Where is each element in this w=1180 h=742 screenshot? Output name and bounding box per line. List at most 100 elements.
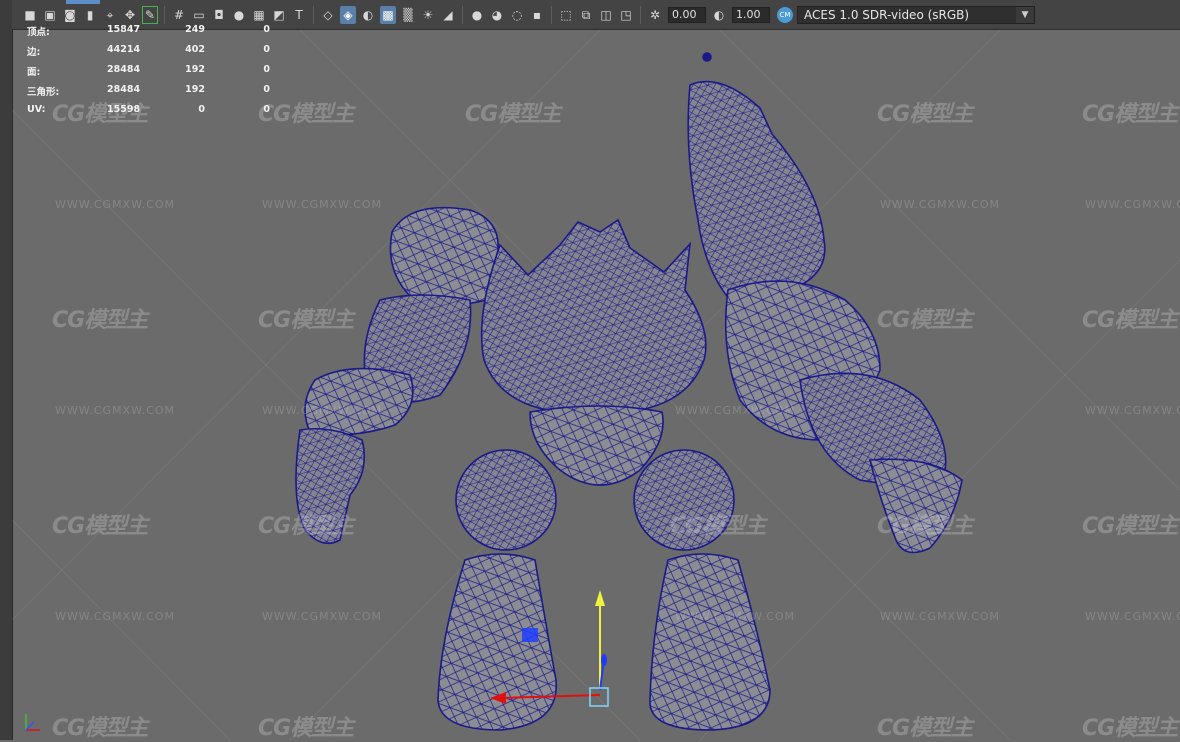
hud-row-vertices: 顶点: 15847 249 0 (27, 24, 287, 44)
hud-row-faces: 面: 28484 192 0 (27, 64, 287, 84)
watermark-logo: CG模型主 (1082, 514, 1178, 539)
toolbar-divider (551, 5, 552, 24)
hud-row-edges: 边: 44214 402 0 (27, 44, 287, 64)
ambient-occlusion-icon[interactable]: ● (469, 6, 485, 24)
backface-icon[interactable]: ◳ (618, 6, 634, 24)
exposure-field[interactable] (668, 6, 706, 23)
hud-row-triangles: 三角形: 28484 192 0 (27, 84, 287, 104)
poly-count-hud: 顶点: 15847 249 0 边: 44214 402 0 面: 28484 … (27, 24, 287, 124)
hud-label: 边: (27, 47, 41, 58)
hud-value: 0 (263, 44, 270, 55)
toolbar-divider (462, 5, 463, 24)
hud-row-uvs: UV: 15598 0 0 (27, 104, 287, 124)
resolution-gate-icon[interactable]: ◘ (211, 6, 227, 24)
safe-title-icon[interactable]: T (291, 6, 307, 24)
watermark-url: WWW.CGMXW.COM (262, 198, 383, 211)
motion-blur-icon[interactable]: ◕ (489, 6, 505, 24)
camera-bookmark-icon[interactable]: ◙ (62, 6, 78, 24)
manipulator-z-arrow[interactable] (601, 654, 607, 666)
safe-action-icon[interactable]: ◩ (271, 6, 287, 24)
bookmark-icon[interactable]: ▮ (82, 6, 98, 24)
hud-label: 顶点: (27, 27, 50, 38)
hud-value: 28484 (107, 64, 141, 75)
shadows-icon[interactable]: ◢ (440, 6, 456, 24)
watermark-url: WWW.CGMXW.COM (880, 198, 1001, 211)
toolbar-divider (640, 5, 641, 24)
wireframe-on-shaded-icon[interactable]: ▩ (380, 5, 396, 24)
color-management-icon[interactable]: CM (777, 6, 793, 23)
field-chart-icon[interactable]: ▦ (251, 6, 267, 24)
watermark-logo: CG模型主 (52, 514, 148, 539)
wireframe-icon[interactable]: ◇ (320, 6, 336, 24)
golem-mesh[interactable] (295, 52, 963, 731)
manipulator-center[interactable] (589, 687, 609, 707)
hud-label: 三角形: (27, 87, 60, 98)
watermark-logo: CG模型主 (258, 308, 354, 333)
watermark-logo: CG模型主 (877, 102, 973, 127)
xray-active-icon[interactable]: ◫ (598, 6, 614, 24)
gamma-icon[interactable]: ◐ (711, 6, 727, 24)
gamma-field[interactable] (732, 6, 770, 23)
xray-icon[interactable]: ▒ (400, 6, 416, 24)
watermark-logo: CG模型主 (1082, 102, 1178, 127)
hud-value: 15847 (107, 24, 141, 35)
watermark-logo: CG模型主 (52, 308, 148, 333)
selected-component (522, 628, 538, 642)
watermark-url: WWW.CGMXW.COM (55, 610, 176, 623)
watermark-logo: CG模型主 (258, 716, 354, 741)
watermark-url: WWW.CGMXW.COM (1085, 404, 1180, 417)
watermark-logo: CG模型主 (1082, 716, 1178, 741)
left-thigh[interactable] (455, 449, 557, 551)
film-gate-icon[interactable]: ▭ (191, 6, 207, 24)
right-lower-leg[interactable] (649, 553, 771, 731)
gate-mask-icon[interactable]: ● (231, 6, 247, 24)
watermark-logo: CG模型主 (877, 308, 973, 333)
camera-icon[interactable]: ■ (22, 6, 38, 24)
isolate-select-icon[interactable]: ⬚ (558, 6, 574, 24)
left-lower-leg[interactable] (437, 553, 557, 731)
watermark-url: WWW.CGMXW.COM (1085, 610, 1180, 623)
watermark-url: WWW.CGMXW.COM (262, 610, 383, 623)
watermark-logo: CG模型主 (1082, 308, 1178, 333)
depth-of-field-icon[interactable]: ▪ (529, 6, 545, 24)
watermark-url: WWW.CGMXW.COM (675, 404, 796, 417)
toolbar-divider (164, 5, 165, 24)
right-arm-tip (702, 52, 712, 62)
chevron-down-icon: ▼ (1016, 6, 1034, 23)
watermark-url: WWW.CGMXW.COM (1085, 198, 1180, 211)
color-space-dropdown[interactable]: ACES 1.0 SDR-video (sRGB) ▼ (797, 5, 1035, 24)
grid-icon[interactable]: # (171, 6, 187, 24)
left-shoulder[interactable] (389, 206, 499, 305)
hud-value: 44214 (107, 44, 141, 55)
watermark-url: WWW.CGMXW.COM (55, 198, 176, 211)
viewport-canvas[interactable] (12, 30, 1180, 740)
left-forearm[interactable] (304, 367, 414, 436)
hud-value: 402 (185, 44, 205, 55)
watermark-url: WWW.CGMXW.COM (262, 404, 383, 417)
color-space-label: ACES 1.0 SDR-video (sRGB) (804, 7, 970, 22)
hud-value: 192 (185, 84, 205, 95)
watermark-logo: CG模型主 (670, 514, 766, 539)
watermark-logo: CG模型主 (52, 716, 148, 741)
axis-gizmo (25, 714, 40, 731)
move-icon[interactable]: ✥ (122, 6, 138, 24)
hud-value: 0 (263, 104, 270, 115)
hud-value: 0 (263, 84, 270, 95)
hud-value: 28484 (107, 84, 141, 95)
multisample-aa-icon[interactable]: ◌ (509, 6, 525, 24)
image-plane-icon[interactable]: ⌖ (102, 6, 118, 24)
manipulator-y-arrow[interactable] (595, 590, 605, 606)
watermark-url: WWW.CGMXW.COM (675, 610, 796, 623)
use-lights-icon[interactable]: ☀ (420, 6, 436, 24)
watermark-url: WWW.CGMXW.COM (880, 610, 1001, 623)
hud-value: 192 (185, 64, 205, 75)
exposure-icon[interactable]: ✲ (647, 6, 663, 24)
xray-joints-icon[interactable]: ⧉ (578, 6, 594, 24)
camera-lock-icon[interactable]: ▣ (42, 6, 58, 24)
golem-head[interactable] (480, 218, 707, 413)
pencil-icon[interactable]: ✎ (142, 5, 158, 24)
hud-value: 249 (185, 24, 205, 35)
watermark-logo: CG模型主 (465, 102, 561, 127)
shade-wire-icon[interactable]: ◐ (360, 6, 376, 24)
smooth-shade-icon[interactable]: ◈ (340, 5, 356, 24)
